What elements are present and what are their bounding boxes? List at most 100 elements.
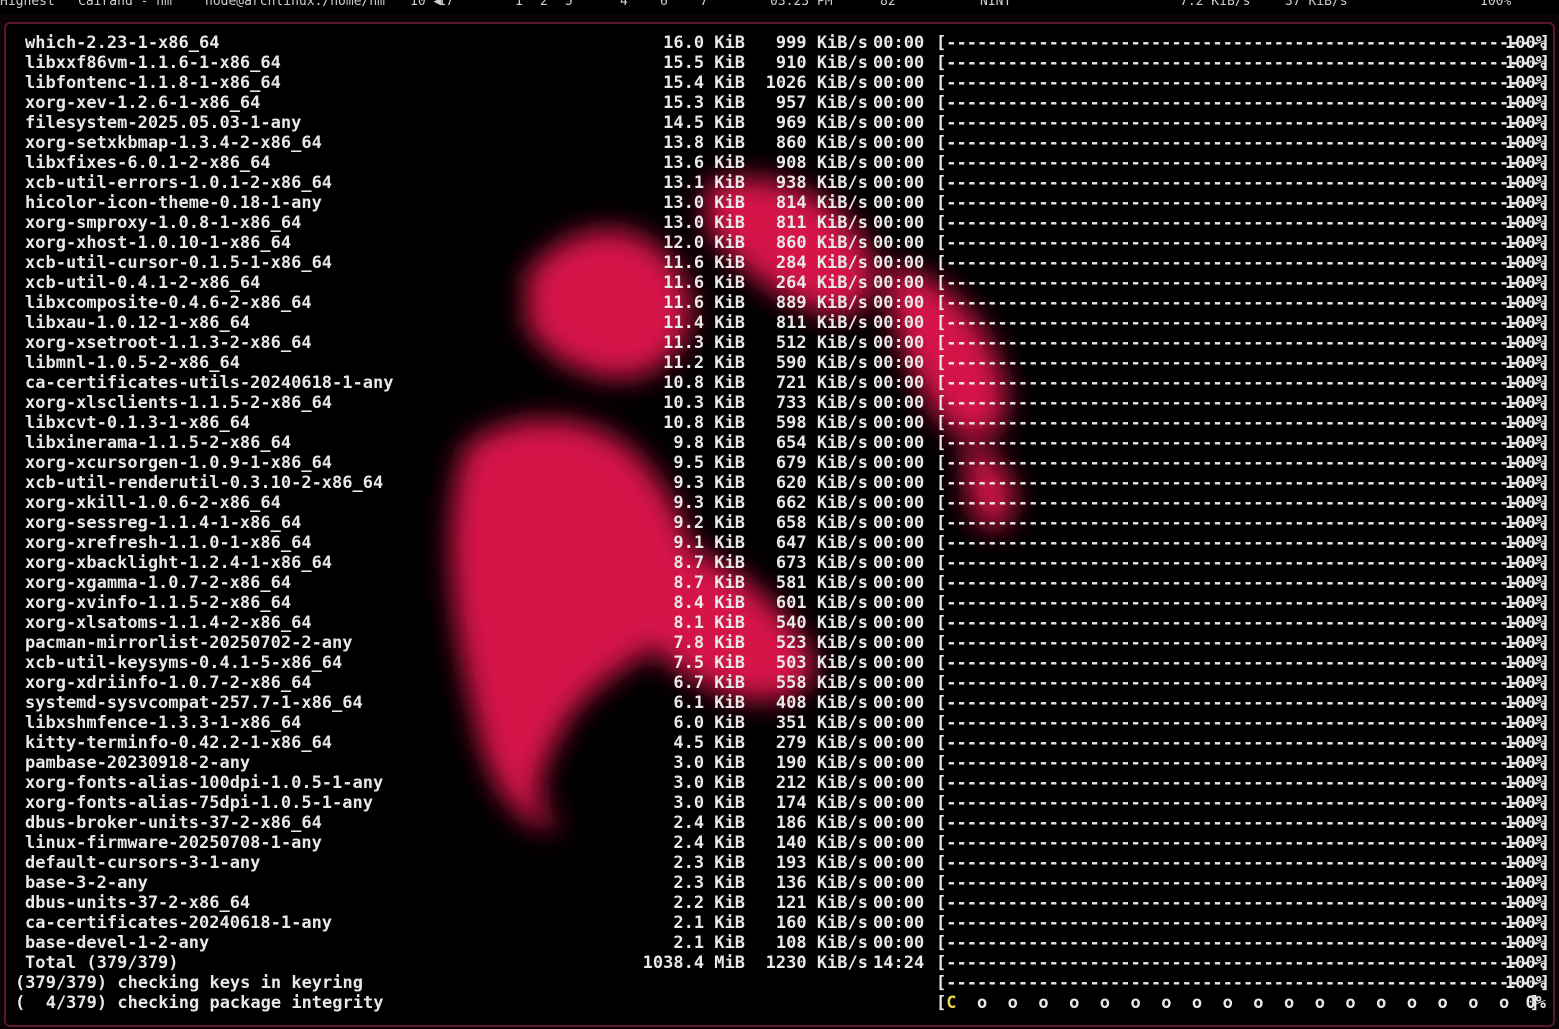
progress-percent: 100% xyxy=(1505,133,1546,153)
progress-percent: 100% xyxy=(1505,753,1546,773)
download-row: pambase-20230918-2-any 3.0 KiB 190 KiB/s 00… xyxy=(6,753,1553,773)
package-size: 10.3 KiB xyxy=(663,393,745,413)
download-row: xorg-fonts-alias-75dpi-1.0.5-1-any 3.0 Ki… xyxy=(6,793,1553,813)
progress-bar: [---------------------------------------… xyxy=(936,173,1551,193)
progress-percent: 100% xyxy=(1505,733,1546,753)
elapsed-time: 00:00 xyxy=(873,33,925,53)
progress-percent: 100% xyxy=(1505,913,1546,933)
status-row: (379/379) checking keys in keyring [-----… xyxy=(6,973,1553,993)
elapsed-time: 00:00 xyxy=(873,813,925,833)
elapsed-time: 00:00 xyxy=(873,653,925,673)
progress-percent: 100% xyxy=(1505,773,1546,793)
package-size: 13.6 KiB xyxy=(663,153,745,173)
download-row: xorg-xlsclients-1.1.5-2-x86_64 10.3 KiB 73… xyxy=(6,393,1553,413)
elapsed-time: 00:00 xyxy=(873,893,925,913)
download-row: xorg-xrefresh-1.1.0-1-x86_64 9.1 KiB 647 K… xyxy=(6,533,1553,553)
package-size: 16.0 KiB xyxy=(663,33,745,53)
progress-bar: [---------------------------------------… xyxy=(936,793,1551,813)
package-name: base-3-2-any xyxy=(25,873,148,893)
download-rate: 581 KiB/s xyxy=(775,573,868,593)
package-size: 13.0 KiB xyxy=(663,213,745,233)
package-name: libxau-1.0.12-1-x86_64 xyxy=(25,313,251,333)
package-name: xorg-xev-1.2.6-1-x86_64 xyxy=(25,93,261,113)
progress-bar: [---------------------------------------… xyxy=(936,233,1551,253)
download-rate: 860 KiB/s xyxy=(775,233,868,253)
elapsed-time: 00:00 xyxy=(873,333,925,353)
download-row: xorg-setxkbmap-1.3.4-2-x86_64 13.8 KiB 860… xyxy=(6,133,1553,153)
download-rate: 558 KiB/s xyxy=(775,673,868,693)
progress-bar: [---------------------------------------… xyxy=(936,433,1551,453)
package-name: xorg-smproxy-1.0.8-1-x86_64 xyxy=(25,213,302,233)
progress-percent: 100% xyxy=(1505,33,1546,53)
package-size: 15.5 KiB xyxy=(663,53,745,73)
progress-percent: 100% xyxy=(1505,353,1546,373)
elapsed-time: 00:00 xyxy=(873,73,925,93)
progress-bar: [---------------------------------------… xyxy=(936,853,1551,873)
progress-percent: 100% xyxy=(1505,173,1546,193)
package-size: 7.5 KiB xyxy=(673,653,745,673)
progress-percent: 100% xyxy=(1505,293,1546,313)
progress-bar: [---------------------------------------… xyxy=(936,953,1551,973)
package-name: xorg-sessreg-1.1.4-1-x86_64 xyxy=(25,513,302,533)
pacman-icon: C xyxy=(946,993,957,1013)
package-size: 3.0 KiB xyxy=(673,753,745,773)
download-rate: 193 KiB/s xyxy=(775,853,868,873)
package-name: xorg-fonts-alias-75dpi-1.0.5-1-any xyxy=(25,793,373,813)
progress-percent: 100% xyxy=(1505,833,1546,853)
download-row: xorg-xhost-1.0.10-1-x86_64 12.0 KiB 860 Ki… xyxy=(6,233,1553,253)
progress-bar: [---------------------------------------… xyxy=(936,393,1551,413)
progress-bar: [---------------------------------------… xyxy=(936,893,1551,913)
progress-bar: [---------------------------------------… xyxy=(936,473,1551,493)
progress-bar: [---------------------------------------… xyxy=(936,353,1551,373)
progress-bar: [---------------------------------------… xyxy=(936,193,1551,213)
download-row: xorg-xsetroot-1.1.3-2-x86_64 11.3 KiB 512 … xyxy=(6,333,1553,353)
elapsed-time: 00:00 xyxy=(873,373,925,393)
progress-bar: [---------------------------------------… xyxy=(936,733,1551,753)
progress-percent: 100% xyxy=(1505,633,1546,653)
download-row: libxshmfence-1.3.3-1-x86_64 6.0 KiB 351 Ki… xyxy=(6,713,1553,733)
package-name: xorg-xgamma-1.0.7-2-x86_64 xyxy=(25,573,292,593)
download-row: xorg-fonts-alias-100dpi-1.0.5-1-any 3.0 K… xyxy=(6,773,1553,793)
topbar-item: 100% xyxy=(1480,0,1512,9)
terminal-window[interactable]: which-2.23-1-x86_64 16.0 KiB 999 KiB/s 00:0… xyxy=(4,22,1555,1027)
progress-bar: [---------------------------------------… xyxy=(936,213,1551,233)
download-rate: 279 KiB/s xyxy=(775,733,868,753)
download-row: xcb-util-0.4.1-2-x86_64 11.6 KiB 264 KiB/s… xyxy=(6,273,1553,293)
progress-percent: 100% xyxy=(1505,413,1546,433)
progress-percent: 100% xyxy=(1505,893,1546,913)
elapsed-time: 00:00 xyxy=(873,793,925,813)
download-row: xorg-xgamma-1.0.7-2-x86_64 8.7 KiB 581 KiB… xyxy=(6,573,1553,593)
elapsed-time: 00:00 xyxy=(873,313,925,333)
download-rate: 969 KiB/s xyxy=(775,113,868,133)
progress-percent: 100% xyxy=(1505,393,1546,413)
package-size: 15.3 KiB xyxy=(663,93,745,113)
download-row: libxxf86vm-1.1.6-1-x86_64 15.5 KiB 910 KiB… xyxy=(6,53,1553,73)
elapsed-time: 00:00 xyxy=(873,273,925,293)
download-row: kitty-terminfo-0.42.2-1-x86_64 4.5 KiB 279… xyxy=(6,733,1553,753)
package-size: 9.2 KiB xyxy=(673,513,745,533)
elapsed-time: 14:24 xyxy=(873,953,925,973)
elapsed-time: 00:00 xyxy=(873,53,925,73)
topbar-item: 10 ◀ xyxy=(410,0,442,9)
progress-percent: 100% xyxy=(1505,553,1546,573)
download-row: dbus-units-37-2-x86_64 2.2 KiB 121 KiB/s 00… xyxy=(6,893,1553,913)
topbar-item: 7.2 KiB/s xyxy=(1180,0,1251,9)
package-size: 10.8 KiB xyxy=(663,373,745,393)
elapsed-time: 00:00 xyxy=(873,213,925,233)
progress-percent: 100% xyxy=(1505,533,1546,553)
progress-percent: 100% xyxy=(1505,513,1546,533)
progress-bar: [---------------------------------------… xyxy=(936,533,1551,553)
package-size: 2.1 KiB xyxy=(673,933,745,953)
download-rate: 908 KiB/s xyxy=(775,153,868,173)
package-name: hicolor-icon-theme-0.18-1-any xyxy=(25,193,322,213)
download-row: libxcomposite-0.4.6-2-x86_64 11.6 KiB 889 … xyxy=(6,293,1553,313)
topbar-item: NINT xyxy=(980,0,1012,9)
topbar-item: 5 xyxy=(565,0,573,9)
package-size: 4.5 KiB xyxy=(673,733,745,753)
progress-percent: 100% xyxy=(1505,693,1546,713)
package-name: xcb-util-cursor-0.1.5-1-x86_64 xyxy=(25,253,333,273)
package-size: 1038.4 MiB xyxy=(642,953,745,973)
elapsed-time: 00:00 xyxy=(873,133,925,153)
download-rate: 540 KiB/s xyxy=(775,613,868,633)
topbar-item: 82 xyxy=(880,0,896,9)
